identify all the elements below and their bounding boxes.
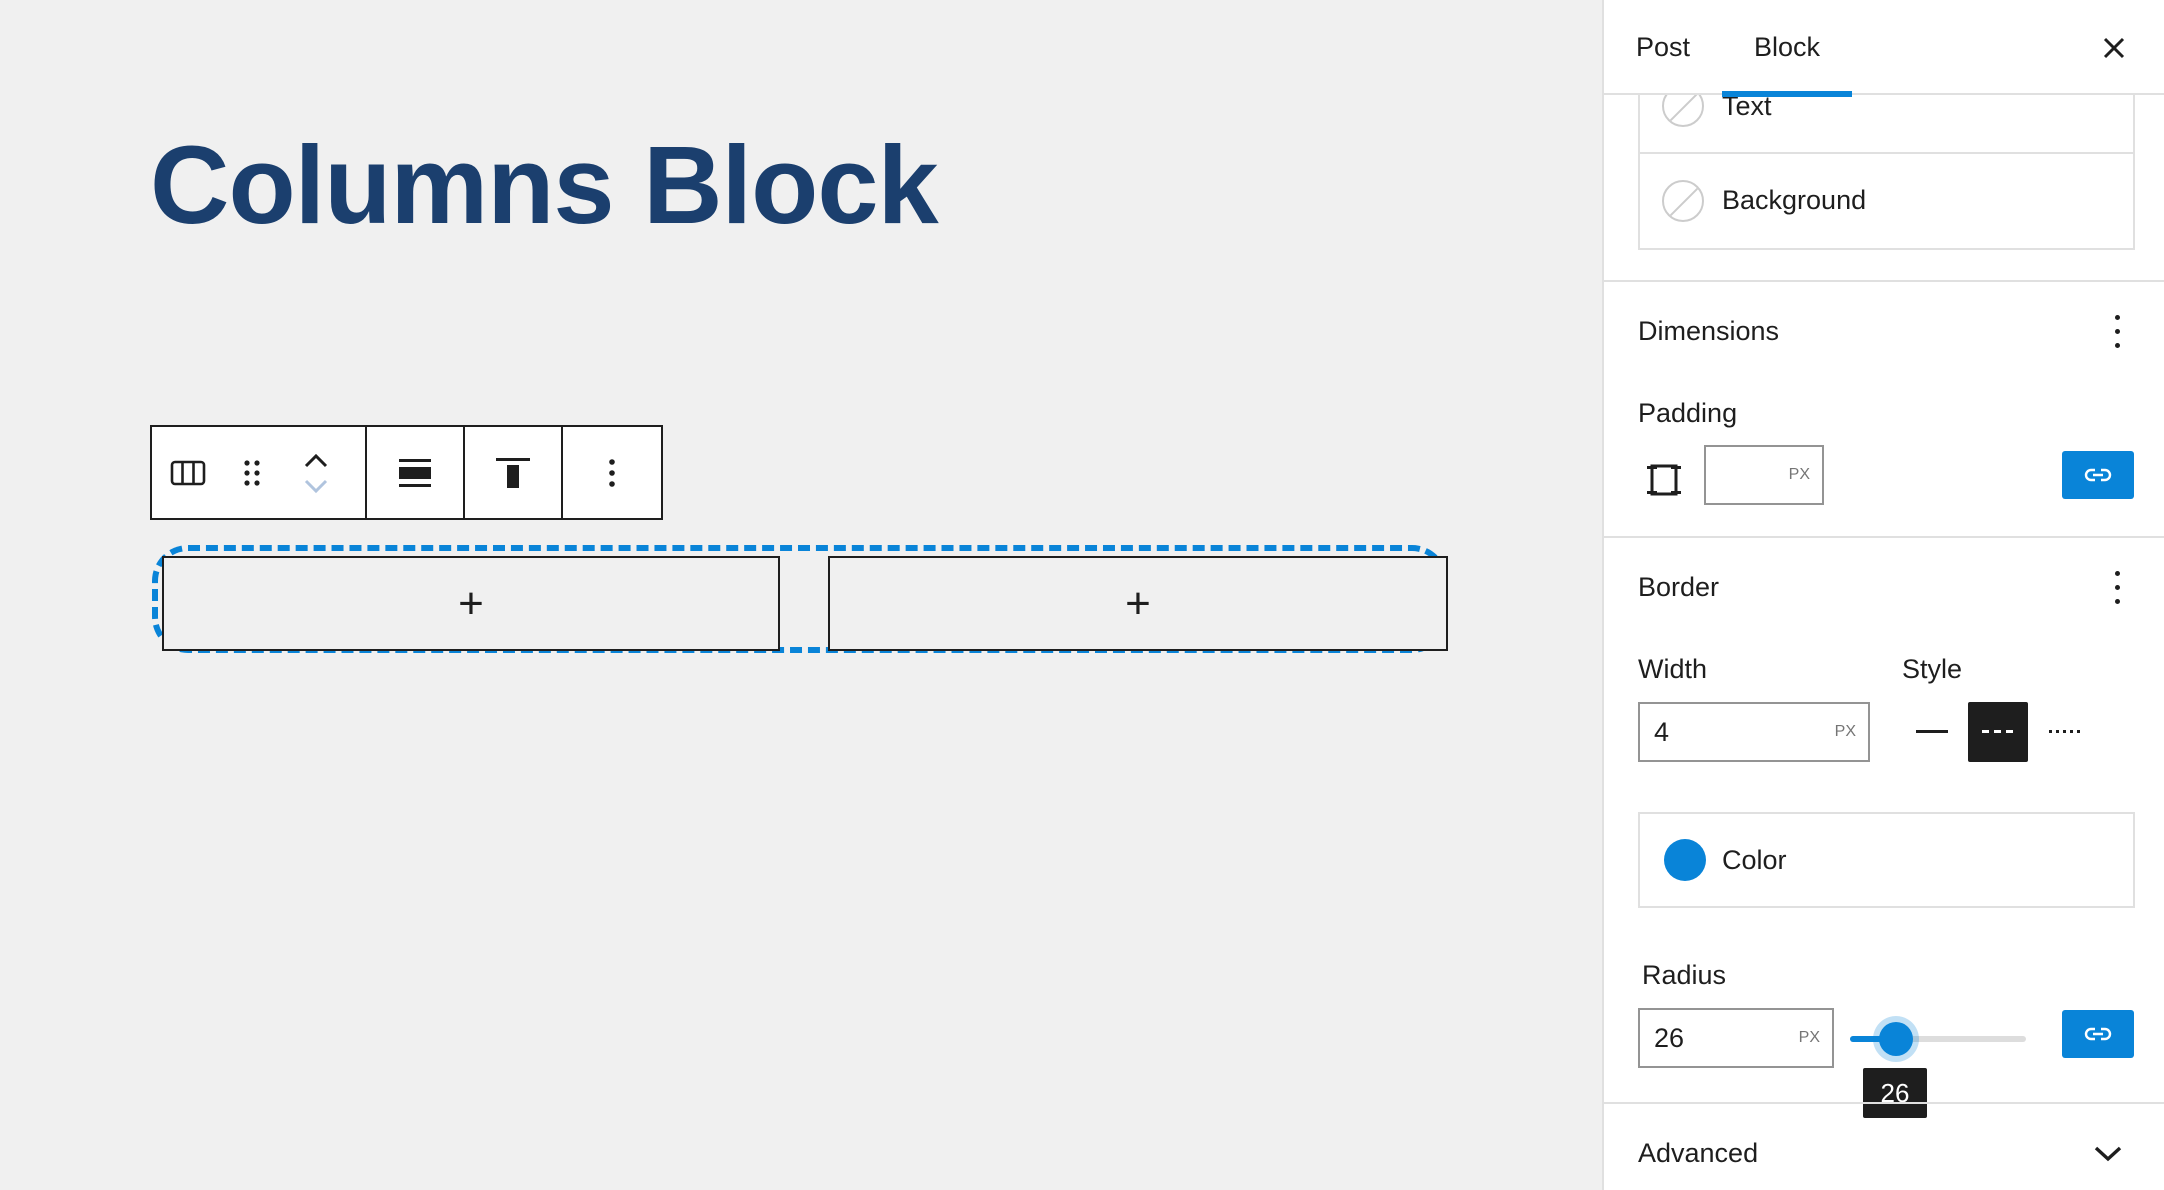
tab-block[interactable]: Block: [1722, 0, 1852, 97]
block-toolbar: [150, 425, 663, 520]
color-background-label: Background: [1722, 185, 1867, 215]
border-color-label: Color: [1722, 844, 1787, 875]
toolbar-group-vertical-align: [465, 427, 563, 518]
radius-link-button[interactable]: [2062, 1010, 2134, 1058]
column-1-appender[interactable]: +: [162, 556, 780, 651]
solid-line-icon: [1916, 730, 1948, 733]
divider: [1604, 280, 2164, 282]
close-sidebar-button[interactable]: [2094, 28, 2134, 68]
drag-handle-button[interactable]: [224, 427, 280, 518]
settings-sidebar: Post Block Text Background Dimensions Pa…: [1602, 0, 2164, 1190]
border-style-dotted-button[interactable]: [2034, 702, 2094, 762]
color-background-item[interactable]: Background: [1640, 154, 2133, 247]
radius-tooltip: 26: [1863, 1068, 1927, 1118]
border-color-picker[interactable]: Color: [1638, 812, 2135, 908]
dimensions-options-icon[interactable]: [2112, 312, 2122, 352]
advanced-panel-title[interactable]: Advanced: [1638, 1138, 1758, 1169]
link-icon: [2084, 468, 2112, 482]
padding-unit: PX: [1788, 466, 1810, 483]
border-radius-value: 26: [1654, 1022, 1685, 1053]
toolbar-group-more: [563, 427, 661, 518]
vertical-align-button[interactable]: [465, 427, 561, 518]
border-width-label: Width: [1638, 654, 1708, 684]
add-block-icon: +: [1125, 578, 1151, 628]
more-options-icon: [609, 458, 615, 487]
align-wide-icon: [399, 458, 431, 487]
sidebar-header: Post Block: [1604, 0, 2164, 97]
move-up-icon[interactable]: [303, 451, 329, 471]
columns-icon: [170, 460, 206, 485]
toolbar-group-block: [152, 427, 367, 518]
page-title[interactable]: Columns Block: [150, 122, 939, 249]
editor-canvas: Columns Block + +: [0, 0, 1602, 1190]
columns-block-button[interactable]: [152, 427, 224, 518]
padding-link-button[interactable]: [2062, 451, 2134, 499]
border-width-unit: PX: [1834, 723, 1856, 740]
empty-swatch-icon: [1662, 179, 1704, 222]
move-down-icon[interactable]: [303, 477, 329, 495]
dashed-line-icon: [1982, 730, 2013, 733]
link-icon: [2084, 1027, 2112, 1041]
padding-label: Padding: [1638, 398, 1738, 428]
slider-thumb[interactable]: [1879, 1022, 1913, 1056]
border-width-input[interactable]: 4 PX: [1638, 702, 1870, 762]
padding-input[interactable]: PX: [1704, 445, 1824, 505]
border-radius-unit: PX: [1798, 1029, 1820, 1046]
more-options-button[interactable]: [563, 427, 661, 518]
column-2-appender[interactable]: +: [828, 556, 1448, 651]
drag-handle-icon: [244, 459, 260, 486]
border-color-swatch: [1664, 839, 1706, 881]
columns-block[interactable]: + +: [152, 545, 1448, 653]
border-style-solid-button[interactable]: [1902, 702, 1962, 762]
dotted-line-icon: [2049, 730, 2080, 733]
move-buttons: [280, 427, 352, 518]
border-style-label: Style: [1902, 654, 1963, 684]
add-block-icon: +: [458, 578, 484, 628]
close-icon: [2103, 37, 2125, 59]
border-radius-input[interactable]: 26 PX: [1638, 1008, 1834, 1068]
border-width-value: 4: [1654, 716, 1670, 747]
dimensions-panel-title[interactable]: Dimensions: [1638, 316, 1779, 347]
border-options-icon[interactable]: [2112, 568, 2122, 608]
border-radius-label: Radius: [1642, 960, 1727, 990]
border-style-dashed-button[interactable]: [1968, 702, 2028, 762]
toolbar-group-align: [367, 427, 465, 518]
border-radius-slider[interactable]: [1850, 1022, 2026, 1056]
chevron-down-icon[interactable]: [2090, 1138, 2126, 1168]
border-panel-title[interactable]: Border: [1638, 572, 1719, 603]
vertical-align-top-icon: [496, 457, 530, 488]
tab-post[interactable]: Post: [1636, 0, 1690, 95]
divider: [1604, 1102, 2164, 1104]
padding-box-icon[interactable]: [1644, 460, 1684, 500]
divider: [1604, 536, 2164, 538]
align-button[interactable]: [367, 427, 463, 518]
